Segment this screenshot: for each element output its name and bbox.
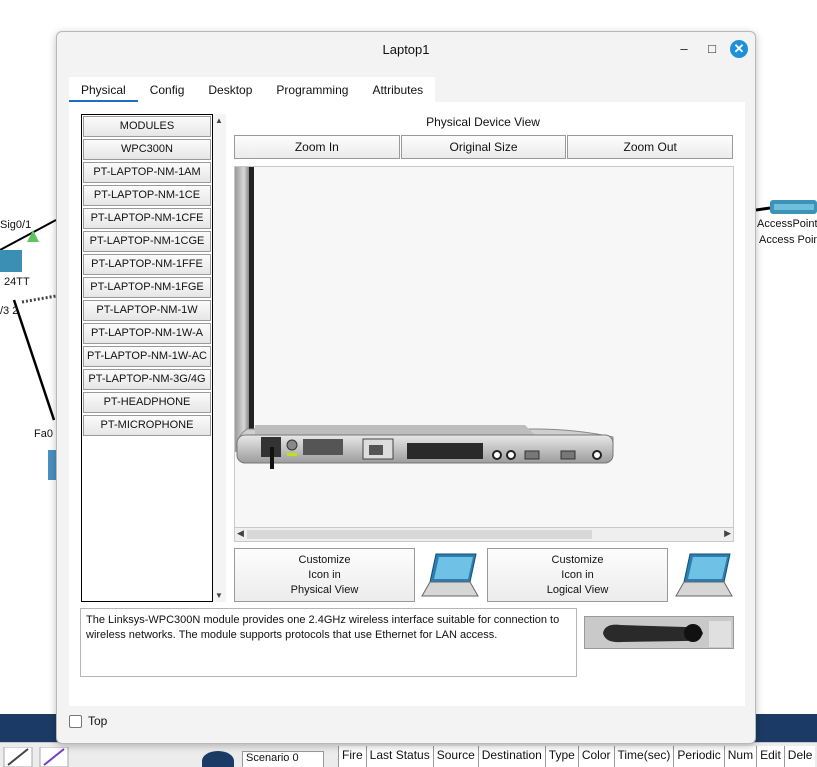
pdu-column-header[interactable]: Destination [477, 746, 545, 767]
scroll-left-icon[interactable]: ◀ [237, 528, 244, 539]
module-item[interactable]: PT-LAPTOP-NM-1W [83, 300, 211, 321]
module-item[interactable]: PT-MICROPHONE [83, 415, 211, 436]
module-item[interactable]: PT-LAPTOP-NM-1AM [83, 162, 211, 183]
module-item-header[interactable]: MODULES [83, 116, 211, 137]
access-point-label: AccessPoint [757, 218, 817, 230]
access-point-label-2: Access Poin [759, 234, 817, 246]
titlebar: Laptop1 – □ ✕ [57, 32, 755, 66]
port-label: /3 2 [0, 305, 19, 317]
access-point-icon [756, 200, 817, 214]
always-on-top-option: Top [69, 714, 107, 728]
scenario-icon[interactable] [202, 751, 234, 767]
hscroll-thumb[interactable] [247, 530, 592, 539]
module-photo [584, 616, 734, 649]
laptop-side-view [235, 167, 614, 469]
module-item[interactable]: PT-LAPTOP-NM-1FGE [83, 277, 211, 298]
module-item[interactable]: PT-HEADPHONE [83, 392, 211, 413]
pdu-column-header[interactable]: Edit [756, 746, 784, 767]
switch-label: 24TT [4, 276, 30, 288]
pdu-column-header[interactable]: Fire [338, 746, 366, 767]
module-item[interactable]: PT-LAPTOP-NM-1CGE [83, 231, 211, 252]
pdu-column-header[interactable]: Num [723, 746, 757, 767]
tab-config[interactable]: Config [138, 77, 197, 102]
pdu-column-header[interactable]: Color [577, 746, 614, 767]
close-button[interactable]: ✕ [730, 40, 748, 58]
tab-desktop[interactable]: Desktop [196, 77, 264, 102]
pdu-list-header: Fire Last Status Source Destination Type Colo… [338, 746, 816, 767]
maximize-button[interactable]: □ [703, 40, 721, 58]
module-item[interactable]: PT-LAPTOP-NM-3G/4G [83, 369, 211, 390]
physical-panel: MODULES WPC300N PT-LAPTOP-NM-1AM PT-LAPT… [69, 102, 745, 706]
customize-logical-icon-button[interactable]: Customize Icon in Logical View [487, 548, 668, 602]
pdu-column-header[interactable]: Last Status [365, 746, 433, 767]
tab-programming[interactable]: Programming [264, 77, 360, 102]
pdu-column-header[interactable]: Time(sec) [613, 746, 674, 767]
zoom-out-button[interactable]: Zoom Out [567, 135, 734, 159]
topology-links [0, 219, 57, 480]
wireless-module-icon [585, 617, 733, 648]
scroll-up-icon[interactable]: ▲ [215, 116, 223, 125]
module-description: The Linksys-WPC300N module provides one … [80, 608, 577, 677]
laptop-icon [675, 553, 733, 597]
original-size-button[interactable]: Original Size [400, 135, 567, 159]
pdu-column-header[interactable]: Source [432, 746, 478, 767]
tab-physical[interactable]: Physical [69, 77, 138, 102]
customize-physical-icon-button[interactable]: Customize Icon in Physical View [234, 548, 415, 602]
pdu-column-header[interactable]: Periodic [673, 746, 724, 767]
laptop-icon [421, 553, 479, 597]
minimize-button[interactable]: – [675, 40, 693, 58]
zoom-controls: Zoom In Original Size Zoom Out [234, 135, 734, 159]
scenario-select[interactable]: Scenario 0 [242, 751, 324, 767]
device-dialog: Laptop1 – □ ✕ Physical Config Desktop Pr… [56, 31, 756, 744]
sig-port-label: Sig0/1 [0, 219, 32, 231]
scenario-label: Scenario 0 [246, 752, 299, 764]
module-item[interactable]: WPC300N [83, 139, 211, 160]
device-view-hscrollbar[interactable]: ◀ ▶ [234, 527, 734, 542]
window-title: Laptop1 [382, 42, 430, 57]
scroll-right-icon[interactable]: ▶ [724, 528, 731, 539]
module-list: MODULES WPC300N PT-LAPTOP-NM-1AM PT-LAPT… [81, 114, 213, 602]
module-item[interactable]: PT-LAPTOP-NM-1CE [83, 185, 211, 206]
fa-port-label: Fa0 [34, 428, 53, 440]
zoom-in-button[interactable]: Zoom In [234, 135, 400, 159]
scroll-down-icon[interactable]: ▼ [215, 591, 223, 600]
module-item[interactable]: PT-LAPTOP-NM-1W-AC [83, 346, 211, 367]
top-label: Top [88, 714, 108, 728]
module-item[interactable]: PT-LAPTOP-NM-1CFE [83, 208, 211, 229]
device-tool-icons [3, 747, 69, 767]
pdu-column-header[interactable]: Type [544, 746, 578, 767]
device-view-canvas[interactable] [234, 166, 734, 542]
physical-device-view-label: Physical Device View [426, 115, 540, 129]
tab-bar: Physical Config Desktop Programming Attr… [69, 77, 436, 102]
pdu-column-header[interactable]: Dele [783, 746, 816, 767]
module-list-scrollbar[interactable]: ▲ ▼ [213, 114, 226, 602]
tab-attributes[interactable]: Attributes [360, 77, 435, 102]
top-checkbox[interactable] [69, 714, 82, 728]
module-item[interactable]: PT-LAPTOP-NM-1W-A [83, 323, 211, 344]
module-item[interactable]: PT-LAPTOP-NM-1FFE [83, 254, 211, 275]
